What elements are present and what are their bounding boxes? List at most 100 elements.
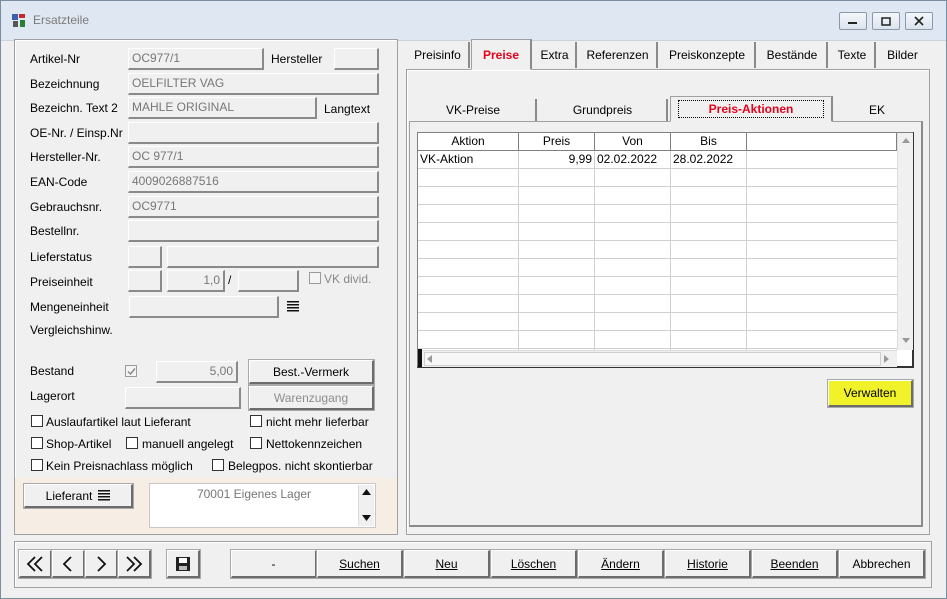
bestand-checkbox[interactable] (125, 365, 137, 377)
scroll-up-icon[interactable] (902, 138, 910, 143)
label-manuell-angelegt: manuell angelegt (142, 437, 234, 451)
kein-preisnachlass-checkbox[interactable] (31, 459, 43, 471)
lieferant-text: 70001 Eigenes Lager (196, 487, 312, 501)
scroll-down-icon[interactable] (902, 338, 910, 343)
label-bestand: Bestand (30, 364, 75, 378)
preiseinheit-divisor-field[interactable] (238, 270, 299, 292)
save-button[interactable] (166, 549, 201, 579)
preis-aktionen-grid[interactable]: Aktion Preis Von Bis VK-Aktion 9,99 02.0… (417, 132, 914, 368)
lieferant-button[interactable]: Lieferant (23, 483, 134, 509)
ptab-grundpreis[interactable]: Grundpreis (539, 99, 668, 121)
gebrauchsnr-field[interactable]: OC9771 (128, 196, 379, 218)
lieferant-textbox[interactable]: 70001 Eigenes Lager (149, 483, 376, 528)
abbrechen-button[interactable]: Abbrechen (838, 549, 926, 579)
hersteller-field[interactable] (334, 48, 379, 70)
scroll-up-icon[interactable] (362, 489, 371, 495)
label-lieferstatus: Lieferstatus (30, 250, 93, 264)
tab-texte[interactable]: Texte (830, 42, 876, 68)
col-header-aktion[interactable]: Aktion (418, 133, 519, 151)
tab-preise[interactable]: Preise (471, 39, 532, 70)
label-lagerort: Lagerort (30, 389, 75, 403)
loeschen-button[interactable]: Löschen (490, 549, 578, 579)
cell-preis[interactable]: 9,99 (519, 151, 595, 169)
nicht-mehr-lieferbar-checkbox[interactable] (250, 415, 262, 427)
list-icon[interactable] (287, 301, 299, 312)
label-nicht-mehr-lieferbar: nicht mehr lieferbar (266, 415, 369, 429)
best-vermerk-button[interactable]: Best.-Vermerk (248, 359, 375, 385)
label-hersteller: Hersteller (271, 52, 323, 66)
warenzugang-button[interactable]: Warenzugang (248, 385, 375, 411)
lieferstatus-text-field[interactable] (167, 246, 379, 268)
beenden-button[interactable]: Beenden (751, 549, 839, 579)
dash-button[interactable]: - (230, 549, 318, 579)
ptab-vk-preise[interactable]: VK-Preise (411, 99, 537, 121)
verwalten-button[interactable]: Verwalten (827, 379, 914, 408)
auslaufartikel-checkbox[interactable] (31, 415, 43, 427)
hersteller-nr-field[interactable]: OC 977/1 (128, 146, 379, 168)
aendern-label: Ändern (601, 556, 640, 571)
label-vergleichshinw: Vergleichshinw. (30, 323, 113, 337)
cell-aktion[interactable]: VK-Aktion (418, 151, 519, 169)
next-record-button[interactable] (84, 549, 119, 579)
tab-bestaende[interactable]: Bestände (758, 42, 828, 68)
close-button[interactable] (905, 12, 933, 30)
close-icon (914, 16, 924, 26)
beenden-label: Beenden (770, 556, 819, 571)
suchen-button[interactable]: Suchen (316, 549, 404, 579)
previous-record-button[interactable] (51, 549, 86, 579)
scroll-right-icon[interactable] (884, 355, 889, 363)
vk-divid-checkbox[interactable] (309, 272, 321, 284)
hscroll-thumb[interactable] (424, 352, 881, 366)
mengeneinheit-field[interactable] (129, 296, 279, 318)
aendern-button[interactable]: Ändern (577, 549, 665, 579)
ean-code-field[interactable]: 4009026887516 (128, 171, 379, 193)
suchen-label: Suchen (339, 556, 380, 571)
cell-bis[interactable]: 28.02.2022 (671, 151, 747, 169)
last-record-button[interactable] (117, 549, 152, 579)
bezeichnung-field[interactable]: OELFILTER VAG (128, 73, 379, 95)
lieferant-scrollbar[interactable] (358, 485, 374, 526)
double-chevron-right-icon (126, 555, 143, 572)
tab-bilder[interactable]: Bilder (878, 42, 927, 68)
preiseinheit-code-field[interactable] (128, 270, 162, 292)
ptab-preis-aktionen[interactable]: Preis-Aktionen (670, 96, 833, 122)
tab-preisinfo[interactable]: Preisinfo (407, 42, 470, 68)
tab-extra[interactable]: Extra (534, 42, 577, 68)
col-header-von[interactable]: Von (595, 133, 671, 151)
label-bestellnr: Bestellnr. (30, 224, 80, 238)
historie-button[interactable]: Historie (664, 549, 752, 579)
shop-artikel-checkbox[interactable] (31, 437, 43, 449)
artikel-nr-field[interactable]: OC977/1 (128, 48, 264, 70)
maximize-button[interactable] (872, 12, 900, 30)
lagerort-field[interactable] (125, 387, 241, 409)
list-icon (98, 490, 111, 501)
tab-referenzen[interactable]: Referenzen (579, 42, 658, 68)
belegpos-checkbox[interactable] (212, 459, 224, 471)
nettokennzeichen-checkbox[interactable] (250, 437, 262, 449)
oe-nr-field[interactable] (128, 122, 379, 144)
first-record-button[interactable] (18, 549, 53, 579)
neu-button[interactable]: Neu (403, 549, 491, 579)
cell-von[interactable]: 02.02.2022 (595, 151, 671, 169)
preiseinheit-value-field[interactable]: 1,0 (167, 270, 225, 292)
label-langtext: Langtext (324, 102, 371, 116)
manuell-angelegt-checkbox[interactable] (126, 437, 138, 449)
ptab-ek[interactable]: EK (835, 99, 919, 121)
scroll-left-icon[interactable] (427, 355, 432, 363)
bestellnr-field[interactable] (128, 220, 379, 242)
label-vk-divid: VK divid. (324, 272, 372, 286)
scroll-down-icon[interactable] (362, 515, 371, 521)
label-mengeneinheit: Mengeneinheit (30, 300, 109, 314)
col-header-preis[interactable]: Preis (519, 133, 595, 151)
minimize-icon (848, 22, 857, 24)
bestand-field[interactable]: 5,00 (156, 361, 238, 383)
grid-vscrollbar[interactable] (897, 133, 913, 350)
tab-preiskonzepte[interactable]: Preiskonzepte (660, 42, 756, 68)
bezeichn-text2-field[interactable]: MAHLE ORIGINAL (128, 97, 317, 119)
lieferstatus-code-field[interactable] (128, 246, 162, 268)
table-row[interactable]: VK-Aktion 9,99 02.02.2022 28.02.2022 (418, 151, 897, 169)
col-header-bis[interactable]: Bis (671, 133, 747, 151)
grid-hscrollbar[interactable] (418, 350, 897, 367)
minimize-button[interactable] (839, 12, 867, 30)
loeschen-label: Löschen (510, 556, 557, 571)
